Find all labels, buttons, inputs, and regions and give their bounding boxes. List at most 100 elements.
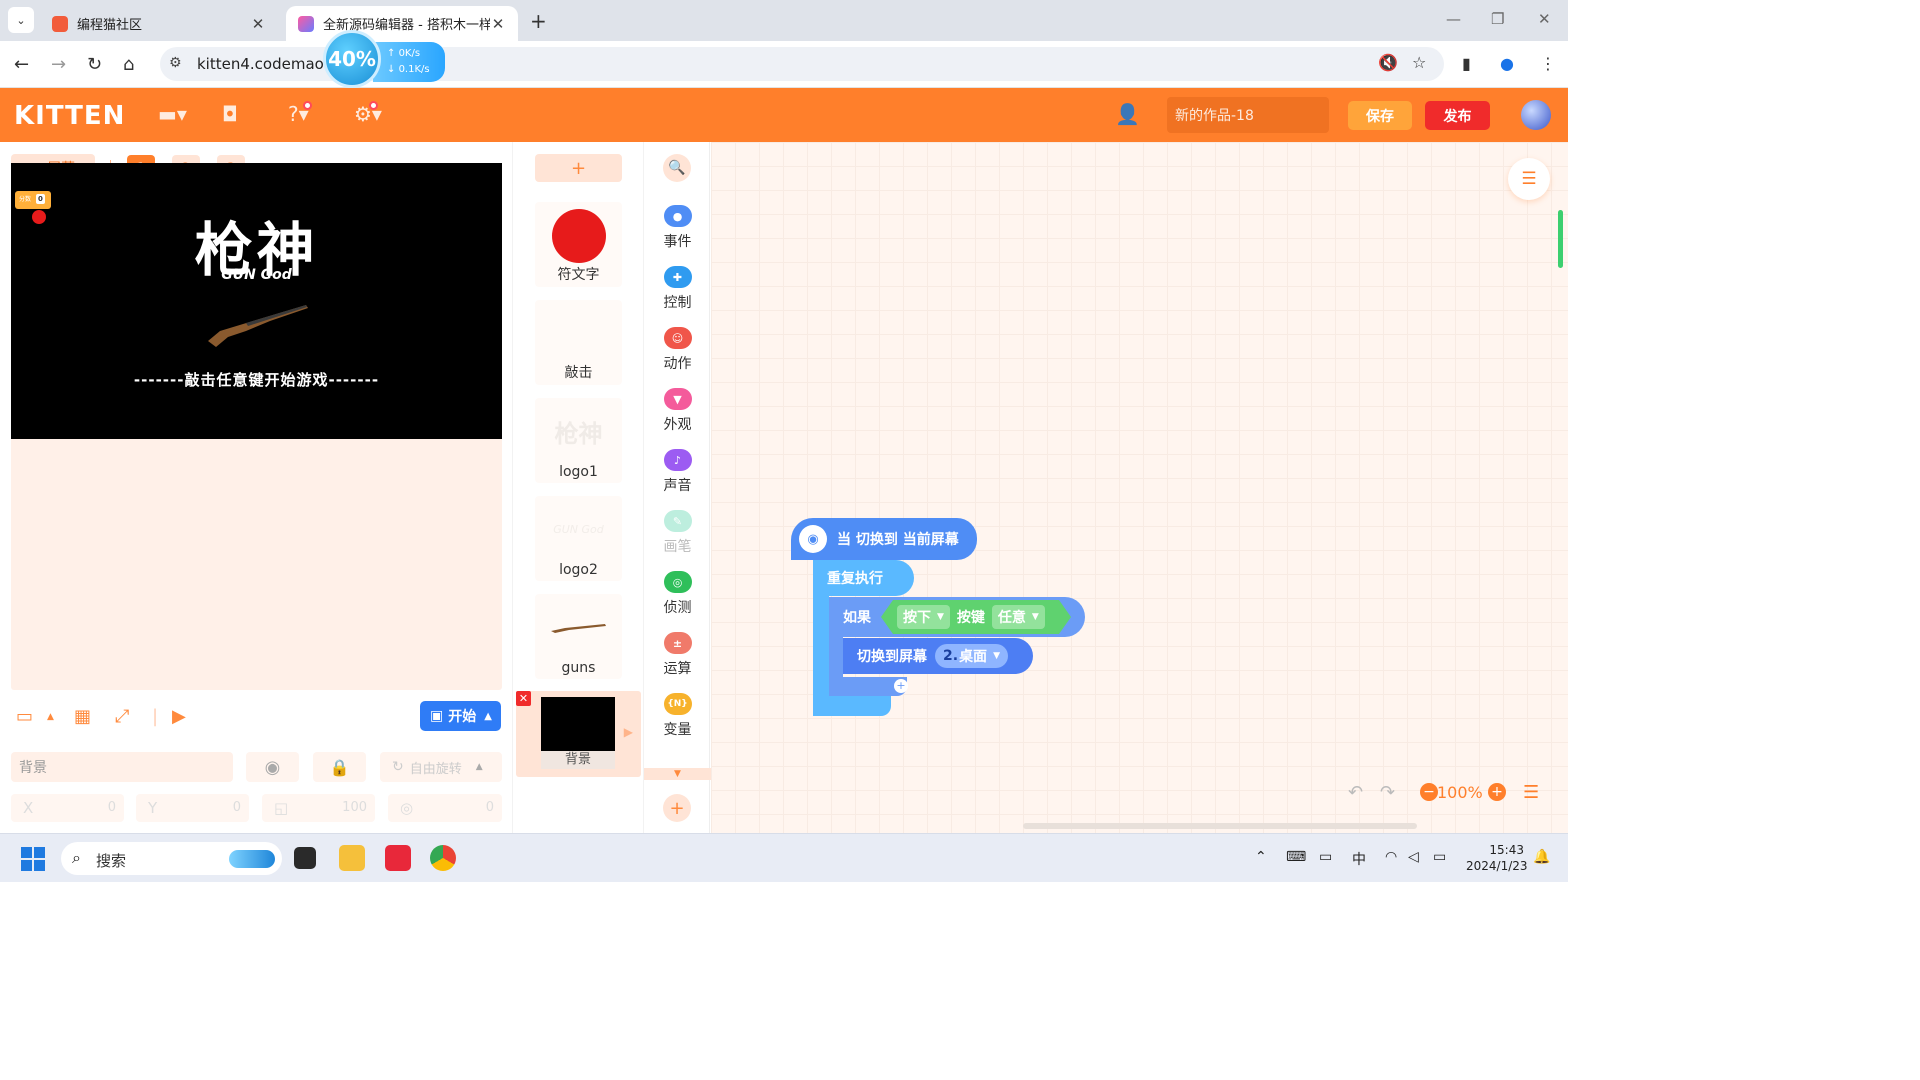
battery-icon[interactable]: ▭: [1433, 849, 1446, 865]
tablet-mode-icon[interactable]: ▭: [1319, 849, 1332, 865]
zoom-in-button[interactable]: +: [1488, 783, 1506, 801]
category-sensing[interactable]: ◎ 侦测: [644, 571, 711, 626]
background-card[interactable]: ✕ 背景 ▶: [516, 691, 641, 777]
chevron-right-icon[interactable]: ▶: [624, 725, 633, 739]
file-explorer-icon[interactable]: [339, 845, 365, 871]
fullscreen-icon[interactable]: ⤢: [115, 706, 129, 727]
file-menu-icon[interactable]: ▬▾: [158, 102, 187, 126]
category-control[interactable]: ✚ 控制: [644, 266, 711, 321]
wifi-icon[interactable]: ◠: [1385, 849, 1397, 865]
code-workspace[interactable]: ☰ ◉ 当 切换到 当前屏幕 重复执行 如果 按下 ▼ 按键 任意 ▼ + 切换到屏…: [711, 142, 1568, 833]
screen-target-dropdown[interactable]: 2. 桌面 ▼: [935, 644, 1008, 668]
mute-tab-icon[interactable]: 🔇: [1378, 53, 1398, 72]
zoom-out-button[interactable]: −: [1420, 783, 1438, 801]
sprite-card[interactable]: 符文字: [535, 202, 622, 287]
y-value: 0: [232, 800, 241, 815]
category-looks[interactable]: ▼ 外观: [644, 388, 711, 443]
windows-start-icon[interactable]: [21, 847, 45, 871]
reload-icon[interactable]: ↻: [87, 54, 102, 75]
add-sprite-button[interactable]: +: [535, 154, 622, 182]
taskbar-search[interactable]: ⌕ 搜索: [61, 842, 282, 875]
add-extension-button[interactable]: +: [663, 794, 691, 822]
side-panel-icon[interactable]: ▮: [1462, 54, 1471, 73]
grid-icon[interactable]: ▦: [74, 706, 91, 727]
switch-screen-block[interactable]: 切换到屏幕 2. 桌面 ▼: [843, 638, 1033, 674]
category-variables[interactable]: {N} 变量: [644, 693, 711, 748]
project-title-input[interactable]: [1167, 97, 1329, 133]
stage-size-caret-icon[interactable]: ▲: [47, 712, 54, 722]
block-search-icon[interactable]: ☰: [1508, 158, 1550, 200]
minimize-icon[interactable]: —: [1446, 10, 1461, 28]
y-position-field[interactable]: Y 0: [136, 794, 249, 822]
x-label: X: [23, 799, 34, 817]
category-events[interactable]: ● 事件: [644, 205, 711, 260]
system-clock[interactable]: 15:43 2024/1/23: [1466, 842, 1528, 874]
app-root: ⌄ 编程猫社区 ✕ 全新源码编辑器 - 搭积木一样有 ✕ + — ❐ ✕ ← →…: [0, 0, 1568, 882]
record-icon[interactable]: ▶: [172, 706, 186, 727]
close-icon[interactable]: ✕: [516, 691, 531, 706]
volume-icon[interactable]: ◁: [1408, 849, 1419, 865]
stage-size-icon[interactable]: ▭: [16, 706, 33, 727]
sprite-card[interactable]: GUN God logo2: [535, 496, 622, 581]
browser-tab-community[interactable]: 编程猫社区 ✕: [40, 6, 278, 41]
tab-search-dropdown[interactable]: ⌄: [8, 7, 34, 33]
category-pen[interactable]: ✎ 画笔: [644, 510, 711, 565]
back-icon[interactable]: ←: [14, 54, 29, 75]
save-button[interactable]: 保存: [1348, 101, 1412, 130]
bookmark-star-icon[interactable]: ☆: [1412, 53, 1426, 72]
press-state-dropdown[interactable]: 按下 ▼: [897, 605, 950, 629]
event-hat-block[interactable]: ◉ 当 切换到 当前屏幕: [791, 518, 977, 560]
sprite-name-field[interactable]: [11, 752, 233, 782]
sprite-card[interactable]: guns: [535, 594, 622, 679]
search-icon[interactable]: 🔍: [663, 154, 691, 182]
lock-toggle[interactable]: 🔒: [313, 752, 366, 782]
add-branch-icon[interactable]: +: [894, 679, 908, 693]
close-tab-icon[interactable]: ✕: [250, 15, 266, 33]
keyboard-icon[interactable]: ⌨: [1286, 849, 1306, 865]
backpack-icon[interactable]: ◘: [222, 102, 238, 126]
user-avatar[interactable]: [1521, 100, 1551, 130]
x-position-field[interactable]: X 0: [11, 794, 124, 822]
home-icon[interactable]: ⌂: [123, 54, 134, 75]
scale-field[interactable]: ◱ 100: [262, 794, 375, 822]
add-collaborator-icon[interactable]: 👤: [1115, 102, 1140, 126]
sound-icon: ♪: [663, 449, 692, 471]
sprite-card[interactable]: 枪神 logo1: [535, 398, 622, 483]
horizontal-scrollbar[interactable]: [1023, 823, 1417, 829]
start-button[interactable]: ▣ 开始 ▲: [420, 701, 501, 731]
align-blocks-icon[interactable]: ☰: [1523, 782, 1539, 803]
more-categories-chevron-icon[interactable]: ▼: [644, 768, 711, 780]
new-tab-button[interactable]: +: [530, 9, 547, 33]
rotation-field[interactable]: ◎ 0: [388, 794, 502, 822]
chrome-icon[interactable]: [430, 845, 456, 871]
restore-icon[interactable]: ❐: [1491, 10, 1504, 28]
rifle-sprite[interactable]: [206, 301, 310, 349]
close-tab-icon[interactable]: ✕: [490, 15, 506, 33]
redo-icon[interactable]: ↷: [1380, 782, 1395, 803]
stage-canvas[interactable]: 分数 0 枪神 GUN God -------敲击任意键开始游戏-------: [11, 163, 502, 439]
visibility-toggle[interactable]: ◉: [246, 752, 299, 782]
category-sound[interactable]: ♪ 声音: [644, 449, 711, 504]
category-motion[interactable]: ☺ 动作: [644, 327, 711, 382]
vertical-scrollbar[interactable]: [1558, 210, 1563, 268]
key-pressed-condition[interactable]: 按下 ▼ 按键 任意 ▼: [881, 600, 1071, 634]
ime-indicator[interactable]: 中: [1352, 849, 1366, 869]
profile-icon[interactable]: ●: [1500, 54, 1514, 73]
sprite-card[interactable]: 敲击: [535, 300, 622, 385]
notification-bell-icon[interactable]: 🔔: [1533, 849, 1550, 865]
tray-overflow-icon[interactable]: ⌃: [1255, 849, 1267, 865]
browser-menu-icon[interactable]: ⋮: [1540, 54, 1556, 73]
start-options-caret-icon[interactable]: ▲: [484, 711, 492, 722]
huawei-app-icon[interactable]: [385, 845, 411, 871]
network-speed-widget[interactable]: ↑ 0K/s ↓ 0.1K/s 40%: [323, 30, 445, 90]
undo-icon[interactable]: ↶: [1348, 782, 1363, 803]
key-dropdown[interactable]: 任意 ▼: [992, 605, 1045, 629]
rotation-mode-select[interactable]: ↻ 自由旋转 ▲: [380, 752, 502, 782]
category-operators[interactable]: ± 运算: [644, 632, 711, 687]
site-info-icon[interactable]: ⚙: [169, 55, 182, 71]
forward-icon[interactable]: →: [51, 54, 66, 75]
repeat-forever-block[interactable]: 重复执行: [813, 560, 914, 596]
close-window-icon[interactable]: ✕: [1538, 10, 1551, 28]
task-view-icon[interactable]: [294, 847, 316, 869]
publish-button[interactable]: 发布: [1425, 101, 1490, 130]
